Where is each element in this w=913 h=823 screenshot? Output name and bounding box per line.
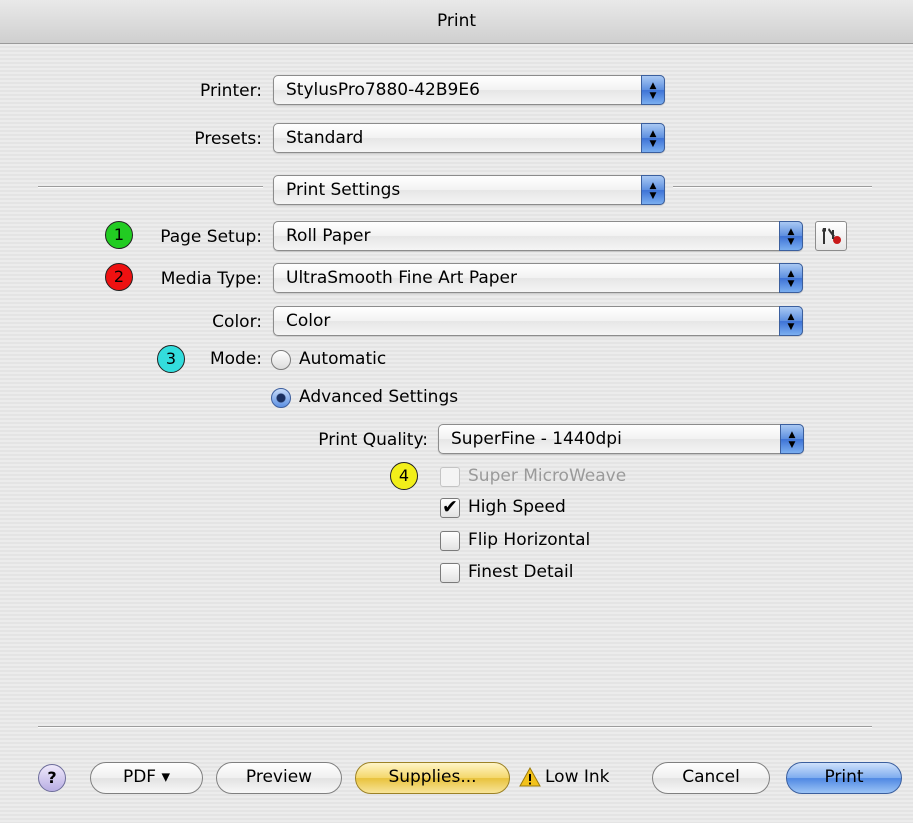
- print-button[interactable]: Print: [786, 762, 902, 794]
- annotation-badge-3: 3: [157, 345, 185, 373]
- super-microweave-checkbox[interactable]: [440, 467, 460, 487]
- media-type-value: UltraSmooth Fine Art Paper: [286, 268, 517, 288]
- popup-arrows-icon: ▲ ▼: [779, 306, 803, 336]
- checkmark-icon: ✔: [442, 496, 458, 518]
- color-label: Color:: [212, 312, 262, 332]
- mode-advanced-label: Advanced Settings: [299, 387, 459, 407]
- mode-automatic-radio[interactable]: [271, 350, 291, 370]
- finest-detail-checkbox[interactable]: [440, 563, 460, 583]
- flip-horizontal-checkbox[interactable]: [440, 531, 460, 551]
- color-value: Color: [286, 311, 331, 331]
- presets-popup[interactable]: Standard ▲ ▼: [273, 123, 665, 153]
- supplies-button[interactable]: Supplies...: [355, 762, 510, 794]
- finest-detail-label: Finest Detail: [468, 562, 574, 582]
- printer-popup[interactable]: StylusPro7880-42B9E6 ▲ ▼: [273, 75, 665, 105]
- flip-horizontal-label: Flip Horizontal: [468, 530, 591, 550]
- media-type-popup[interactable]: UltraSmooth Fine Art Paper ▲ ▼: [273, 263, 803, 293]
- annotation-badge-1: 1: [105, 221, 133, 249]
- popup-arrows-icon: ▲ ▼: [641, 123, 665, 153]
- popup-arrows-icon: ▲ ▼: [641, 175, 665, 205]
- separator: [673, 186, 872, 188]
- mode-automatic-label: Automatic: [299, 349, 387, 369]
- annotation-badge-2: 2: [105, 263, 133, 291]
- cancel-button[interactable]: Cancel: [652, 762, 770, 794]
- print-quality-value: SuperFine - 1440dpi: [451, 429, 622, 449]
- presets-label: Presets:: [194, 129, 262, 149]
- media-type-label: Media Type:: [160, 269, 262, 289]
- page-setup-popup[interactable]: Roll Paper ▲ ▼: [273, 221, 803, 251]
- printer-label: Printer:: [200, 81, 262, 101]
- super-microweave-label: Super MicroWeave: [468, 466, 627, 486]
- page-setup-label: Page Setup:: [160, 227, 262, 247]
- footer-separator: [38, 726, 872, 728]
- low-ink-label: Low Ink: [545, 767, 610, 787]
- presets-value: Standard: [286, 128, 364, 148]
- annotation-badge-4: 4: [390, 462, 418, 490]
- preview-button[interactable]: Preview: [216, 762, 342, 794]
- separator: [38, 186, 263, 188]
- mode-advanced-radio[interactable]: [271, 388, 291, 408]
- print-quality-popup[interactable]: SuperFine - 1440dpi ▲ ▼: [438, 424, 804, 454]
- panel-value: Print Settings: [286, 180, 401, 200]
- printer-value: StylusPro7880-42B9E6: [286, 80, 480, 100]
- high-speed-label: High Speed: [468, 497, 566, 517]
- page-setup-value: Roll Paper: [286, 226, 371, 246]
- color-popup[interactable]: Color ▲ ▼: [273, 306, 803, 336]
- warning-icon: [519, 767, 541, 787]
- popup-arrows-icon: ▲ ▼: [779, 221, 803, 251]
- print-quality-label: Print Quality:: [318, 430, 428, 450]
- mode-label: Mode:: [209, 349, 262, 369]
- popup-arrows-icon: ▲ ▼: [779, 263, 803, 293]
- pdf-button[interactable]: PDF ▾: [90, 762, 203, 794]
- popup-arrows-icon: ▲ ▼: [641, 75, 665, 105]
- wrench-icon[interactable]: [815, 221, 847, 251]
- window-title: Print: [0, 0, 913, 44]
- help-button[interactable]: ?: [38, 764, 66, 792]
- popup-arrows-icon: ▲ ▼: [780, 424, 804, 454]
- panel-popup[interactable]: Print Settings ▲ ▼: [273, 175, 665, 205]
- high-speed-checkbox[interactable]: ✔: [440, 498, 460, 518]
